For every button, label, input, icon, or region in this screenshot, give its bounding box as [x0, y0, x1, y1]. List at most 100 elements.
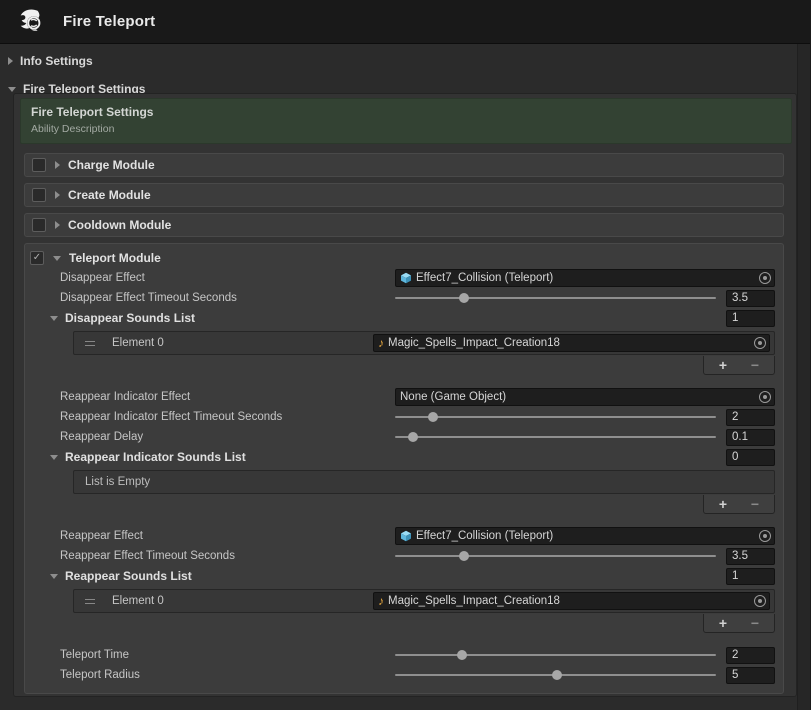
- cooldown-module-checkbox[interactable]: [32, 218, 46, 232]
- reappear-effect-object-field[interactable]: Effect7_Collision (Teleport): [395, 527, 775, 545]
- teleport-radius-value-field[interactable]: 5: [726, 667, 775, 684]
- disappear-effect-object-field[interactable]: Effect7_Collision (Teleport): [395, 269, 775, 287]
- reappear-indicator-effect-object-field[interactable]: None (Game Object): [395, 388, 775, 406]
- create-module-checkbox[interactable]: [32, 188, 46, 202]
- chevron-down-icon: [50, 316, 58, 321]
- ability-title: Fire Teleport Settings: [31, 105, 781, 119]
- module-row-teleport[interactable]: ✓ Teleport Module: [29, 248, 775, 268]
- chevron-right-icon: [8, 57, 13, 65]
- slider-handle[interactable]: [459, 293, 469, 303]
- prefab-cube-icon: [400, 272, 412, 284]
- scrollbar-gutter[interactable]: [797, 44, 810, 710]
- ability-subtitle: Ability Description: [31, 123, 781, 135]
- field-row-reappear-delay: Reappear Delay 0.1: [33, 427, 775, 447]
- reappear-indicator-timeout-slider[interactable]: [395, 416, 716, 418]
- fire-teleport-settings-panel: Fire Teleport Settings Ability Descripti…: [13, 93, 797, 697]
- module-label: Cooldown Module: [68, 218, 171, 232]
- disappear-sounds-size-field[interactable]: 1: [726, 310, 775, 327]
- remove-element-button[interactable]: −: [739, 357, 771, 374]
- foldout-label: Info Settings: [20, 54, 93, 68]
- add-element-button[interactable]: +: [707, 615, 739, 632]
- field-row-reappear-indicator-effect: Reappear Indicator Effect None (Game Obj…: [33, 387, 775, 407]
- list-label: Reappear Sounds List: [65, 569, 192, 583]
- field-row-reappear-timeout: Reappear Effect Timeout Seconds 3.5: [33, 546, 775, 566]
- disappear-timeout-value-field[interactable]: 3.5: [726, 290, 775, 307]
- object-field-value: Effect7_Collision (Teleport): [416, 530, 753, 542]
- remove-element-button[interactable]: −: [739, 496, 771, 513]
- object-picker-icon[interactable]: [759, 272, 771, 284]
- teleport-time-slider[interactable]: [395, 654, 716, 656]
- object-picker-icon[interactable]: [759, 391, 771, 403]
- add-element-button[interactable]: +: [707, 496, 739, 513]
- reappear-timeout-slider[interactable]: [395, 555, 716, 557]
- add-element-button[interactable]: +: [707, 357, 739, 374]
- disappear-element-audio-field[interactable]: ♪ Magic_Spells_Impact_Creation18: [373, 334, 770, 352]
- list-item[interactable]: Element 0 ♪ Magic_Spells_Impact_Creation…: [73, 589, 775, 613]
- object-field-value: Effect7_Collision (Teleport): [416, 272, 753, 284]
- fireball-icon: [16, 7, 46, 37]
- teleport-time-value-field[interactable]: 2: [726, 647, 775, 664]
- empty-list-label: List is Empty: [85, 476, 150, 488]
- teleport-module-checkbox[interactable]: ✓: [30, 251, 44, 265]
- ability-description-box: Fire Teleport Settings Ability Descripti…: [20, 98, 792, 144]
- charge-module-checkbox[interactable]: [32, 158, 46, 172]
- object-field-value: None (Game Object): [400, 391, 753, 403]
- object-field-value: Magic_Spells_Impact_Creation18: [388, 337, 748, 349]
- field-row-teleport-time: Teleport Time 2: [33, 645, 775, 665]
- inspector-window: Fire Teleport Info Settings Fire Telepor…: [0, 0, 811, 710]
- slider-handle[interactable]: [552, 670, 562, 680]
- drag-handle-icon[interactable]: [85, 599, 95, 604]
- module-row-create[interactable]: Create Module: [24, 183, 784, 207]
- field-label: Reappear Effect Timeout Seconds: [33, 550, 395, 562]
- field-row-reappear-effect: Reappear Effect Effect7_Collision (Telep…: [33, 526, 775, 546]
- teleport-radius-slider[interactable]: [395, 674, 716, 676]
- object-picker-icon[interactable]: [759, 530, 771, 542]
- field-label: Reappear Indicator Effect Timeout Second…: [33, 411, 395, 423]
- chevron-right-icon: [55, 161, 60, 169]
- module-row-charge[interactable]: Charge Module: [24, 153, 784, 177]
- foldout-info-settings[interactable]: Info Settings: [8, 50, 810, 72]
- audio-note-icon: ♪: [378, 595, 384, 607]
- slider-handle[interactable]: [408, 432, 418, 442]
- slider-handle[interactable]: [457, 650, 467, 660]
- reappear-sounds-size-field[interactable]: 1: [726, 568, 775, 585]
- list-footer: + −: [703, 614, 775, 633]
- slider-handle[interactable]: [459, 551, 469, 561]
- reappear-indicator-timeout-value-field[interactable]: 2: [726, 409, 775, 426]
- field-row-reappear-sounds-list[interactable]: Reappear Sounds List 1: [33, 566, 775, 586]
- reappear-delay-value-field[interactable]: 0.1: [726, 429, 775, 446]
- field-label: Reappear Effect: [33, 530, 395, 542]
- field-label: Disappear Effect: [33, 272, 395, 284]
- field-row-teleport-radius: Teleport Radius 5: [33, 665, 775, 685]
- slider-handle[interactable]: [428, 412, 438, 422]
- chevron-right-icon: [55, 191, 60, 199]
- reappear-timeout-value-field[interactable]: 3.5: [726, 548, 775, 565]
- list-label: Reappear Indicator Sounds List: [65, 450, 246, 464]
- drag-handle-icon[interactable]: [85, 341, 95, 346]
- list-label: Disappear Sounds List: [65, 311, 195, 325]
- remove-element-button[interactable]: −: [739, 615, 771, 632]
- field-label: Reappear Indicator Effect: [33, 391, 395, 403]
- chevron-down-icon: [53, 256, 61, 261]
- object-picker-icon[interactable]: [754, 337, 766, 349]
- module-label: Charge Module: [68, 158, 155, 172]
- teleport-module-panel: ✓ Teleport Module Disappear Effect Effec…: [24, 243, 784, 694]
- reappear-delay-slider[interactable]: [395, 436, 716, 438]
- object-picker-icon[interactable]: [754, 595, 766, 607]
- field-label: Disappear Effect Timeout Seconds: [33, 292, 395, 304]
- chevron-down-icon: [50, 455, 58, 460]
- field-row-disappear-sounds-list[interactable]: Disappear Sounds List 1: [33, 308, 775, 328]
- module-row-cooldown[interactable]: Cooldown Module: [24, 213, 784, 237]
- empty-list-row: List is Empty: [73, 470, 775, 494]
- chevron-right-icon: [55, 221, 60, 229]
- window-title: Fire Teleport: [63, 13, 155, 30]
- reappear-indicator-sounds-size-field[interactable]: 0: [726, 449, 775, 466]
- chevron-down-icon: [8, 87, 16, 92]
- reappear-element-audio-field[interactable]: ♪ Magic_Spells_Impact_Creation18: [373, 592, 770, 610]
- disappear-timeout-slider[interactable]: [395, 297, 716, 299]
- field-row-reappear-indicator-sounds-list[interactable]: Reappear Indicator Sounds List 0: [33, 447, 775, 467]
- list-item[interactable]: Element 0 ♪ Magic_Spells_Impact_Creation…: [73, 331, 775, 355]
- list-footer: + −: [703, 495, 775, 514]
- object-field-value: Magic_Spells_Impact_Creation18: [388, 595, 748, 607]
- prefab-cube-icon: [400, 530, 412, 542]
